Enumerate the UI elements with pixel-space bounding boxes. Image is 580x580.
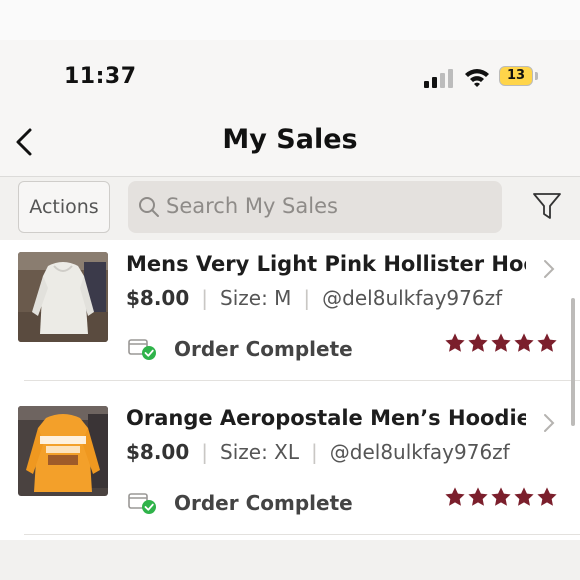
list-divider: [24, 380, 580, 381]
star-icon: [468, 333, 488, 352]
order-complete-icon: [128, 339, 156, 360]
product-meta: $8.00 | Size: M | @del8ulkfay976zf: [126, 286, 502, 310]
list-divider: [24, 534, 580, 535]
meta-separator: |: [201, 286, 209, 310]
battery-nub: [535, 72, 538, 80]
cellular-signal-icon: [424, 69, 453, 88]
product-title: Orange Aeropostale Men’s Hoodie Si…: [126, 406, 526, 430]
product-price: $8.00: [126, 440, 190, 464]
rating-stars: [444, 486, 560, 508]
filter-icon[interactable]: [532, 191, 562, 221]
star-icon: [491, 487, 511, 506]
star-icon: [445, 487, 465, 506]
order-status-label: Order Complete: [174, 491, 353, 515]
top-band: [0, 0, 580, 40]
order-status-label: Order Complete: [174, 337, 353, 361]
search-placeholder: Search My Sales: [166, 194, 338, 218]
product-size: Size: XL: [220, 440, 300, 464]
star-icon: [445, 333, 465, 352]
star-icon: [468, 487, 488, 506]
chevron-right-icon: [544, 414, 555, 432]
product-meta: $8.00 | Size: XL | @del8ulkfay976zf: [126, 440, 510, 464]
buyer-username: @del8ulkfay976zf: [329, 440, 510, 464]
navigation-bar: My Sales: [0, 110, 580, 177]
meta-separator: |: [303, 286, 311, 310]
buyer-username: @del8ulkfay976zf: [322, 286, 503, 310]
page-title: My Sales: [222, 124, 358, 155]
star-icon: [537, 333, 557, 352]
status-bar: 11:37 13: [0, 40, 580, 110]
sales-list: Mens Very Light Pink Hollister Hoodi… $8…: [0, 240, 580, 540]
product-thumbnail: [18, 406, 108, 496]
star-icon: [514, 487, 534, 506]
star-icon: [514, 333, 534, 352]
order-complete-icon: [128, 493, 156, 514]
search-icon: [139, 197, 159, 217]
sale-list-item[interactable]: Orange Aeropostale Men’s Hoodie Si… $8.0…: [0, 394, 580, 548]
product-size: Size: M: [220, 286, 292, 310]
scrollbar[interactable]: [571, 298, 575, 426]
sale-list-item[interactable]: Mens Very Light Pink Hollister Hoodi… $8…: [0, 240, 580, 394]
product-price: $8.00: [126, 286, 190, 310]
bottom-area: [0, 540, 580, 580]
meta-separator: |: [311, 440, 318, 464]
product-title: Mens Very Light Pink Hollister Hoodi…: [126, 252, 526, 276]
meta-separator: |: [201, 440, 209, 464]
product-thumbnail: [18, 252, 108, 342]
wifi-icon: [465, 69, 489, 87]
search-input[interactable]: Search My Sales: [128, 181, 502, 233]
chevron-right-icon: [544, 260, 555, 278]
actions-button[interactable]: Actions: [18, 181, 110, 233]
toolbar: Actions Search My Sales: [0, 177, 580, 239]
star-icon: [537, 487, 557, 506]
rating-stars: [444, 332, 560, 354]
star-icon: [491, 333, 511, 352]
battery-indicator: 13: [499, 66, 533, 86]
status-time: 11:37: [64, 64, 137, 89]
